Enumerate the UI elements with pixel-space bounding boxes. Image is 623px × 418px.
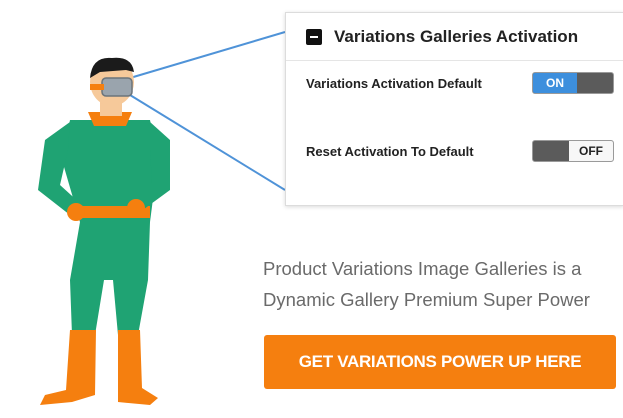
vr-headset-strap <box>90 84 104 90</box>
tagline-line-1: Product Variations Image Galleries is a <box>263 258 582 279</box>
superhero-illustration <box>38 31 286 405</box>
hero-left-hand <box>67 203 85 221</box>
minus-square-icon[interactable] <box>306 28 322 45</box>
hero-legs <box>70 222 150 335</box>
get-power-up-button[interactable]: GET VARIATIONS POWER UP HERE <box>264 335 616 389</box>
variations-settings-panel: Variations Galleries Activation Variatio… <box>285 12 623 206</box>
setting-row-reset-activation: Reset Activation To Default OFF <box>306 137 614 165</box>
projection-line-top <box>129 31 286 79</box>
tagline-line-2: Dynamic Gallery Premium Super Power <box>263 289 590 310</box>
hero-left-boot <box>40 330 96 405</box>
setting-label: Reset Activation To Default <box>306 143 474 159</box>
hero-right-hand <box>127 199 145 217</box>
hero-right-boot <box>118 330 158 405</box>
tagline-text: Product Variations Image Galleries is a … <box>263 253 623 315</box>
reset-activation-toggle[interactable]: OFF <box>532 140 614 162</box>
panel-header: Variations Galleries Activation <box>286 13 623 61</box>
activation-default-toggle[interactable]: ON <box>532 72 614 94</box>
setting-label: Variations Activation Default <box>306 75 482 91</box>
vr-headset-icon <box>101 77 133 97</box>
toggle-state-label: ON <box>533 73 577 93</box>
setting-row-activation-default: Variations Activation Default ON <box>306 69 614 97</box>
toggle-state-label: OFF <box>569 141 613 161</box>
panel-title: Variations Galleries Activation <box>334 26 579 46</box>
